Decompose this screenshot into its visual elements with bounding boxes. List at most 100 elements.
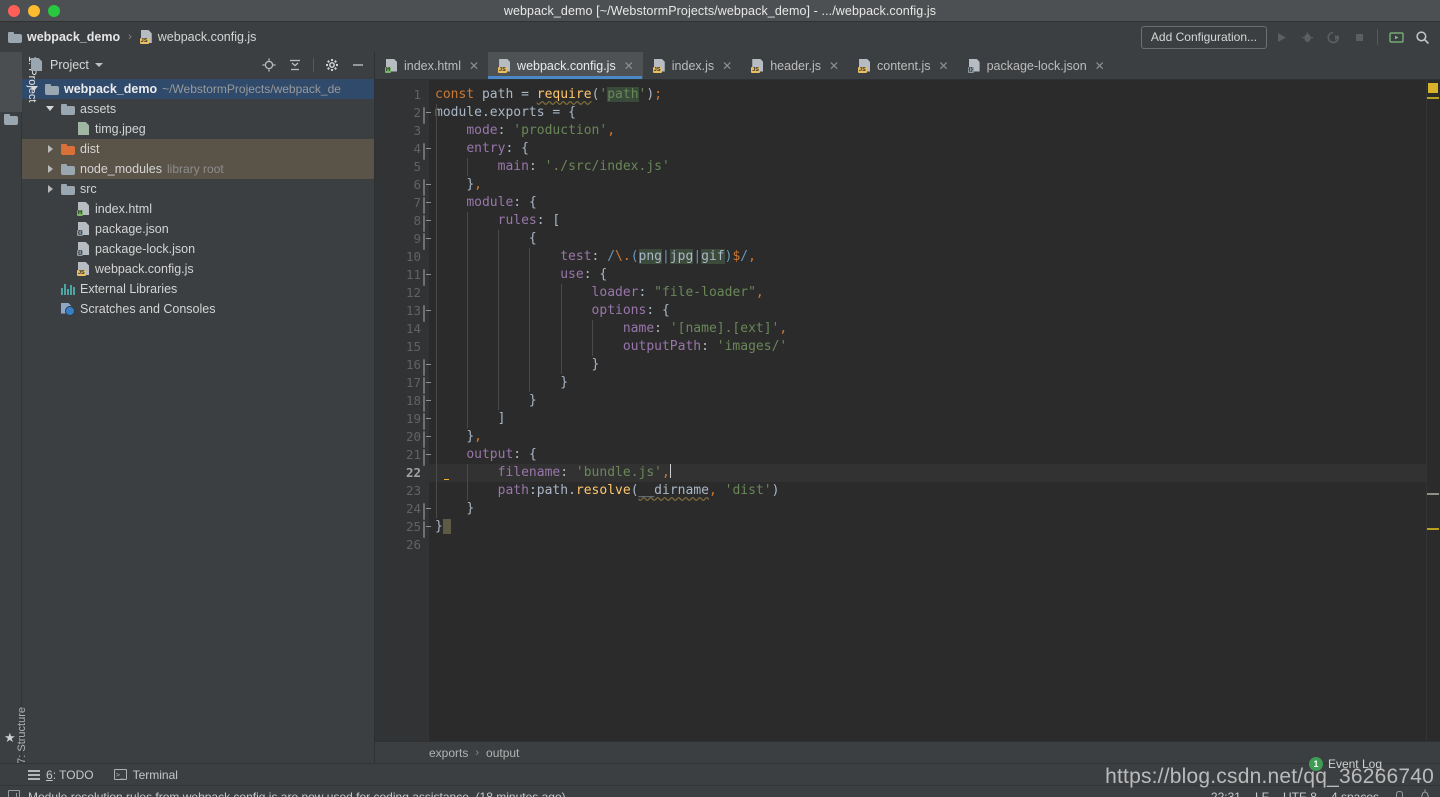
stop-icon[interactable] — [1347, 25, 1371, 49]
lock-icon[interactable] — [1393, 790, 1404, 797]
line-number: 15 — [405, 339, 421, 354]
fold-marker[interactable] — [416, 305, 425, 322]
tree-item-webpack-demo[interactable]: webpack_demo ~/WebstormProjects/webpack_d… — [22, 79, 374, 99]
open-preview-icon[interactable] — [1384, 25, 1408, 49]
tree-item-assets[interactable]: assets — [22, 99, 374, 119]
close-tab-icon[interactable]: ✕ — [829, 60, 839, 72]
close-tab-icon[interactable]: ✕ — [1095, 60, 1105, 72]
sidebar-tab-structure[interactable]: 7: Structure — [16, 707, 28, 764]
caret-marker[interactable] — [1427, 493, 1439, 495]
chevron-right-icon[interactable] — [46, 164, 56, 174]
tree-item-node-modules[interactable]: node_modules library root — [22, 159, 374, 179]
indent-setting[interactable]: 4 spaces — [1331, 790, 1379, 797]
editor-tab-bar: Hindex.html ✕ JS webpack.config.js ✕ JS index.… — [375, 52, 1440, 80]
folder-icon — [8, 31, 22, 43]
tree-item-timg-jpeg[interactable]: timg.jpeg — [22, 119, 374, 139]
fold-marker[interactable] — [416, 269, 425, 286]
indent-guide — [435, 320, 437, 338]
fold-marker[interactable] — [416, 359, 425, 376]
editor-tab-header-js[interactable]: JS header.js ✕ — [741, 52, 848, 79]
fold-marker[interactable] — [416, 143, 425, 160]
indent-guide — [435, 410, 437, 428]
fold-marker[interactable] — [416, 449, 425, 466]
line-separator[interactable]: LF — [1255, 790, 1269, 797]
editor-tab-content-js[interactable]: JS content.js ✕ — [848, 52, 958, 79]
run-coverage-icon[interactable] — [1321, 25, 1345, 49]
project-tree[interactable]: webpack_demo ~/WebstormProjects/webpack_d… — [22, 78, 374, 763]
code-editor[interactable]: 1 2 3 4 5 6 7 8 9 10 11 12 13 14 15 16 17 18 19 20 21 22 23 24 2… — [375, 80, 1440, 741]
editor-marker-track[interactable] — [1426, 80, 1440, 741]
settings-gear-icon[interactable] — [320, 53, 344, 77]
editor-tab-package-lock-json[interactable]: {} package-lock.json ✕ — [958, 52, 1114, 79]
fold-marker[interactable] — [416, 395, 425, 412]
inspection-summary-marker[interactable] — [1428, 83, 1438, 93]
caret-position[interactable]: 22:31 — [1211, 790, 1241, 797]
fold-marker[interactable] — [416, 197, 425, 214]
fold-marker[interactable] — [416, 503, 425, 520]
add-configuration-button[interactable]: Add Configuration... — [1140, 25, 1267, 49]
file-encoding[interactable]: UTF-8 — [1283, 790, 1317, 797]
chevron-down-icon[interactable] — [30, 84, 40, 94]
search-everywhere-icon[interactable] — [1410, 25, 1434, 49]
editor-tab-index-js[interactable]: JS index.js ✕ — [643, 52, 741, 79]
js-file-icon: JS — [498, 58, 511, 73]
fold-marker[interactable] — [416, 179, 425, 196]
zoom-window-button[interactable] — [48, 5, 60, 17]
todo-icon — [28, 769, 40, 780]
tree-item-external-libraries[interactable]: External Libraries — [22, 279, 374, 299]
close-tab-icon[interactable]: ✕ — [939, 60, 949, 72]
intention-bulb-icon[interactable] — [441, 466, 454, 480]
fold-marker[interactable] — [416, 215, 425, 232]
locate-icon[interactable] — [257, 53, 281, 77]
close-tab-icon[interactable]: ✕ — [722, 60, 732, 72]
chevron-right-icon[interactable] — [46, 144, 56, 154]
tree-item-webpack-config-js[interactable]: JS webpack.config.js — [22, 259, 374, 279]
fold-marker[interactable] — [416, 107, 425, 124]
breadcrumb-file[interactable]: webpack.config.js — [158, 30, 257, 44]
fold-marker[interactable] — [416, 413, 425, 430]
todo-tool-button[interactable]: 6: TODO — [28, 768, 94, 782]
chevron-right-icon[interactable] — [46, 184, 56, 194]
tree-item-hint: library root — [167, 162, 224, 176]
close-window-button[interactable] — [8, 5, 20, 17]
breadcrumb-output[interactable]: output — [486, 746, 519, 760]
indent-guide — [435, 374, 437, 392]
fold-marker[interactable] — [416, 233, 425, 250]
collapse-all-icon[interactable] — [283, 53, 307, 77]
close-tab-icon[interactable]: ✕ — [624, 60, 634, 72]
editor-tab-label: webpack.config.js — [517, 58, 616, 73]
project-panel-header: Project — [22, 52, 374, 78]
line-number-gutter[interactable]: 1 2 3 4 5 6 7 8 9 10 11 12 13 14 15 16 17 18 19 20 21 22 23 24 2… — [375, 80, 429, 741]
terminal-tool-button[interactable]: >_ Terminal — [113, 768, 178, 782]
notification-icon[interactable] — [8, 790, 20, 797]
tree-item-src[interactable]: src — [22, 179, 374, 199]
inspection-level-icon[interactable] — [1418, 788, 1432, 797]
debug-icon[interactable] — [1295, 25, 1319, 49]
fold-marker[interactable] — [416, 377, 425, 394]
editor-tab-index-html[interactable]: Hindex.html ✕ — [375, 52, 488, 79]
tree-item-scratches-and-consoles[interactable]: Scratches and Consoles — [22, 299, 374, 319]
breadcrumb-project[interactable]: webpack_demo — [27, 30, 120, 44]
code-line: loader: "file-loader", — [429, 284, 1426, 302]
close-tab-icon[interactable]: ✕ — [469, 60, 479, 72]
run-icon[interactable] — [1269, 25, 1293, 49]
project-panel-title[interactable]: Project — [50, 58, 89, 72]
editor-tab-webpack-config-js[interactable]: JS webpack.config.js ✕ — [488, 52, 643, 79]
chevron-down-icon[interactable] — [46, 104, 56, 114]
event-log-button[interactable]: 1 Event Log — [1308, 757, 1382, 771]
tree-item-package-json[interactable]: {} package.json — [22, 219, 374, 239]
warning-marker[interactable] — [1427, 97, 1439, 99]
breadcrumb-exports[interactable]: exports — [429, 746, 468, 760]
hide-panel-icon[interactable] — [346, 53, 370, 77]
fold-marker[interactable] — [416, 521, 425, 538]
indent-guide — [435, 266, 437, 284]
minimize-window-button[interactable] — [28, 5, 40, 17]
fold-marker[interactable] — [416, 431, 425, 448]
tree-item-package-lock-json[interactable]: {} package-lock.json — [22, 239, 374, 259]
tree-item-index-html[interactable]: Hindex.html — [22, 199, 374, 219]
chevron-down-icon[interactable] — [94, 63, 103, 67]
code-content[interactable]: const path = require('path'); module.exp… — [429, 80, 1426, 741]
warning-marker[interactable] — [1427, 528, 1439, 530]
tree-item-dist[interactable]: dist — [22, 139, 374, 159]
